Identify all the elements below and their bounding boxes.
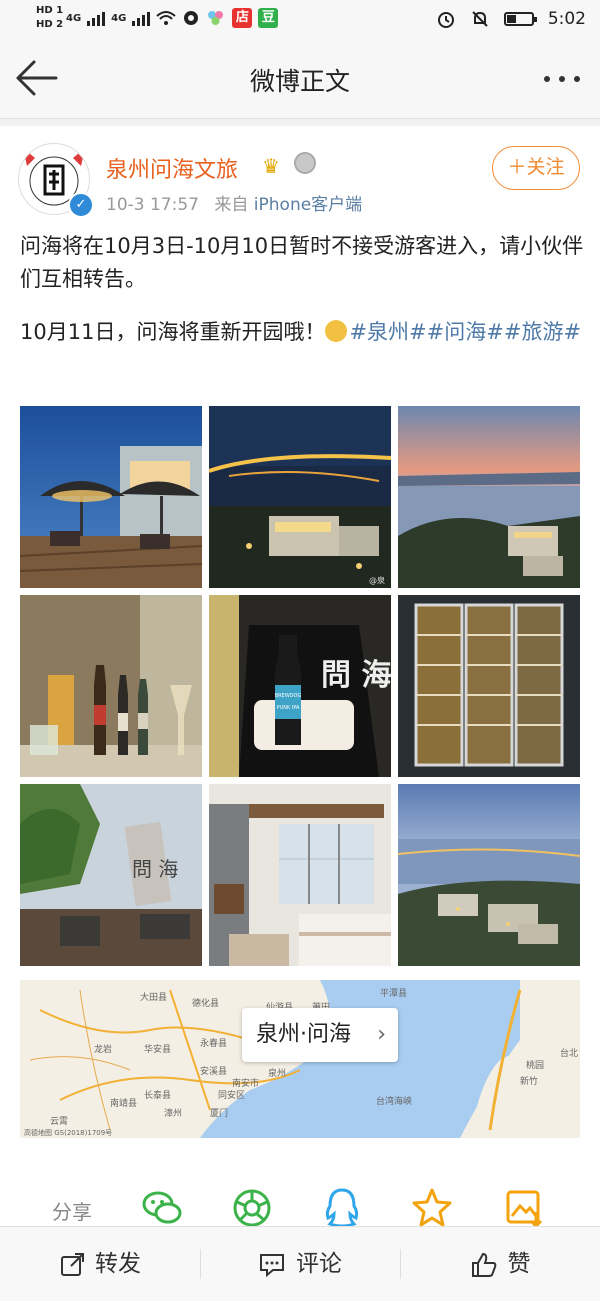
map-place-taoyuan: 桃园 — [526, 1061, 545, 1071]
status-right: 5:02 — [436, 9, 586, 29]
topic-link-wenhai[interactable]: #问海# — [427, 320, 504, 344]
network2-label: 4G — [111, 12, 127, 24]
photo-beer-bottles[interactable] — [20, 595, 202, 777]
post-time: 10-3 17:57 — [106, 195, 199, 215]
post-paragraph-1: 问海将在10月3日-10月10日暂时不接受游客进入，请小伙伴们互相转告。 — [20, 234, 584, 291]
save-image-icon[interactable] — [502, 1186, 546, 1230]
verified-badge-icon: ✓ — [68, 192, 94, 218]
share-row: 分享 — [0, 1186, 600, 1230]
photo-dusk-resort[interactable] — [398, 784, 580, 966]
nav-bar: 微博正文 — [0, 40, 600, 119]
status-icons: 4G 4G 店 豆 — [66, 8, 279, 28]
svg-text:@泉: @泉 — [369, 575, 385, 585]
alarm-icon — [437, 12, 454, 28]
hotspot-icon — [184, 11, 199, 25]
like-label: 赞 — [507, 1251, 531, 1277]
brand-text-print: 問 海 — [321, 658, 391, 693]
location-map[interactable]: 莆田 仙游县 龙岩 华安县 泉州 南安市 安溪县 厦门 漳州 台湾海峡 新竹 台… — [20, 980, 580, 1138]
repost-icon — [61, 1252, 84, 1276]
repost-button[interactable]: 转发 — [0, 1227, 200, 1301]
punk-ipa-label: PUNK IPA — [277, 705, 300, 711]
douban-app-icon: 豆 — [258, 8, 279, 28]
thumbs-up-icon — [471, 1252, 496, 1277]
photo-beer-fridge[interactable] — [398, 595, 580, 777]
comment-label: 评论 — [296, 1251, 342, 1277]
photo-bedroom-view[interactable] — [209, 784, 391, 966]
thinking-emoji-icon — [325, 320, 348, 342]
location-label[interactable]: 泉州·问海 › — [242, 1008, 398, 1062]
topic-link-travel[interactable]: #旅游# — [504, 320, 581, 344]
photo-terrace-umbrellas[interactable] — [20, 406, 202, 588]
author-name[interactable]: 泉州问海文旅 — [106, 152, 238, 184]
map-place-xinzhu: 新竹 — [520, 1077, 539, 1087]
map-place-longyan: 龙岩 — [94, 1045, 113, 1055]
bottom-action-bar: 转发 评论 赞 — [0, 1226, 600, 1301]
map-place-anxi: 安溪县 — [200, 1067, 228, 1077]
source-client: iPhone客户端 — [253, 195, 363, 215]
sculpture-text-print: 問 海 — [132, 857, 178, 881]
topic-link-quanzhou[interactable]: #泉州# — [349, 320, 426, 344]
post-paragraph-2-text: 10月11日，问海将重新开园哦！ — [20, 320, 326, 344]
crown-badge-icon[interactable]: ♛ — [262, 154, 280, 178]
sim-indicators: HD 1 HD 2 — [36, 4, 63, 32]
chevron-right-icon: › — [377, 1022, 386, 1047]
status-bar: HD 1 HD 2 4G 4G 店 豆 5:02 — [0, 0, 600, 40]
source-prefix: 来自 — [214, 195, 249, 215]
map-place-datian: 大田县 — [140, 993, 168, 1003]
favorite-star-icon[interactable] — [410, 1186, 454, 1230]
battery-icon — [503, 12, 537, 26]
map-place-huaan: 华安县 — [144, 1045, 172, 1055]
follow-button[interactable]: ＋关注 — [492, 146, 580, 190]
share-label: 分享 — [52, 1200, 92, 1224]
comment-icon — [260, 1253, 284, 1277]
store-app-icon: 店 — [232, 8, 253, 28]
map-place-pingtan: 平潭县 — [380, 989, 408, 999]
mute-bell-icon — [472, 11, 488, 27]
photo-night-coast[interactable]: @泉 — [209, 406, 391, 588]
map-place-quanzhou: 泉州 — [268, 1069, 287, 1079]
wechat-icon[interactable] — [140, 1186, 184, 1230]
photo-grid: @泉 問 海 BREWDOG PUNK IPA 問 海 — [20, 406, 580, 966]
sim2-label: HD 2 — [36, 19, 64, 30]
page-title: 微博正文 — [249, 67, 350, 96]
more-options-icon[interactable] — [542, 64, 582, 94]
cloud-app-icon — [208, 11, 224, 25]
location-label-text: 泉州·问海 — [256, 1022, 351, 1047]
moments-icon[interactable] — [230, 1186, 274, 1230]
photo-sunset-sea[interactable] — [398, 406, 580, 588]
signal2-icon — [132, 10, 151, 26]
photo-garden-sculpture[interactable]: 問 海 — [20, 784, 202, 966]
repost-label: 转发 — [95, 1251, 141, 1277]
qq-icon[interactable] — [320, 1186, 364, 1230]
photo-brewdog-bottle[interactable]: 問 海 BREWDOG PUNK IPA — [209, 595, 391, 777]
wifi-icon — [156, 11, 177, 25]
post-content: 问海将在10月3日-10月10日暂时不接受游客进入，请小伙伴们互相转告。 10月… — [20, 230, 585, 349]
sim1-label: HD 1 — [36, 5, 64, 16]
signal1-icon — [87, 10, 106, 26]
like-button[interactable]: 赞 — [400, 1227, 600, 1301]
network1-label: 4G — [66, 12, 82, 24]
post-paragraph-2: 10月11日，问海将重新开园哦！ #泉州##问海##旅游# — [20, 316, 585, 349]
map-place-yongchun: 永春县 — [200, 1039, 228, 1049]
map-place-tongan: 同安区 — [218, 1091, 246, 1101]
map-place-xiamen: 厦门 — [210, 1109, 229, 1119]
brewdog-label: BREWDOG — [275, 693, 302, 699]
post-meta: 10-3 17:57 来自 iPhone客户端 — [106, 190, 362, 215]
medal-badge-icon[interactable] — [294, 152, 316, 174]
map-place-yunxiao: 云霄 — [50, 1117, 69, 1127]
map-place-zhangzhou: 漳州 — [164, 1109, 183, 1119]
comment-button[interactable]: 评论 — [200, 1227, 400, 1301]
map-copyright: 高德地图 GS(2018)1709号 — [24, 1129, 113, 1137]
map-place-nanjing: 南靖县 — [110, 1099, 138, 1109]
map-place-changtai: 长泰县 — [144, 1091, 172, 1101]
map-place-taipei: 台北 — [560, 1049, 579, 1059]
post-card: ✓ 泉州问海文旅 ♛ 10-3 17:57 来自 iPhone客户端 ＋关注 问… — [0, 126, 600, 1229]
clock: 5:02 — [547, 9, 586, 29]
map-place-strait: 台湾海峡 — [376, 1097, 413, 1107]
map-place-dehua: 德化县 — [192, 999, 220, 1009]
